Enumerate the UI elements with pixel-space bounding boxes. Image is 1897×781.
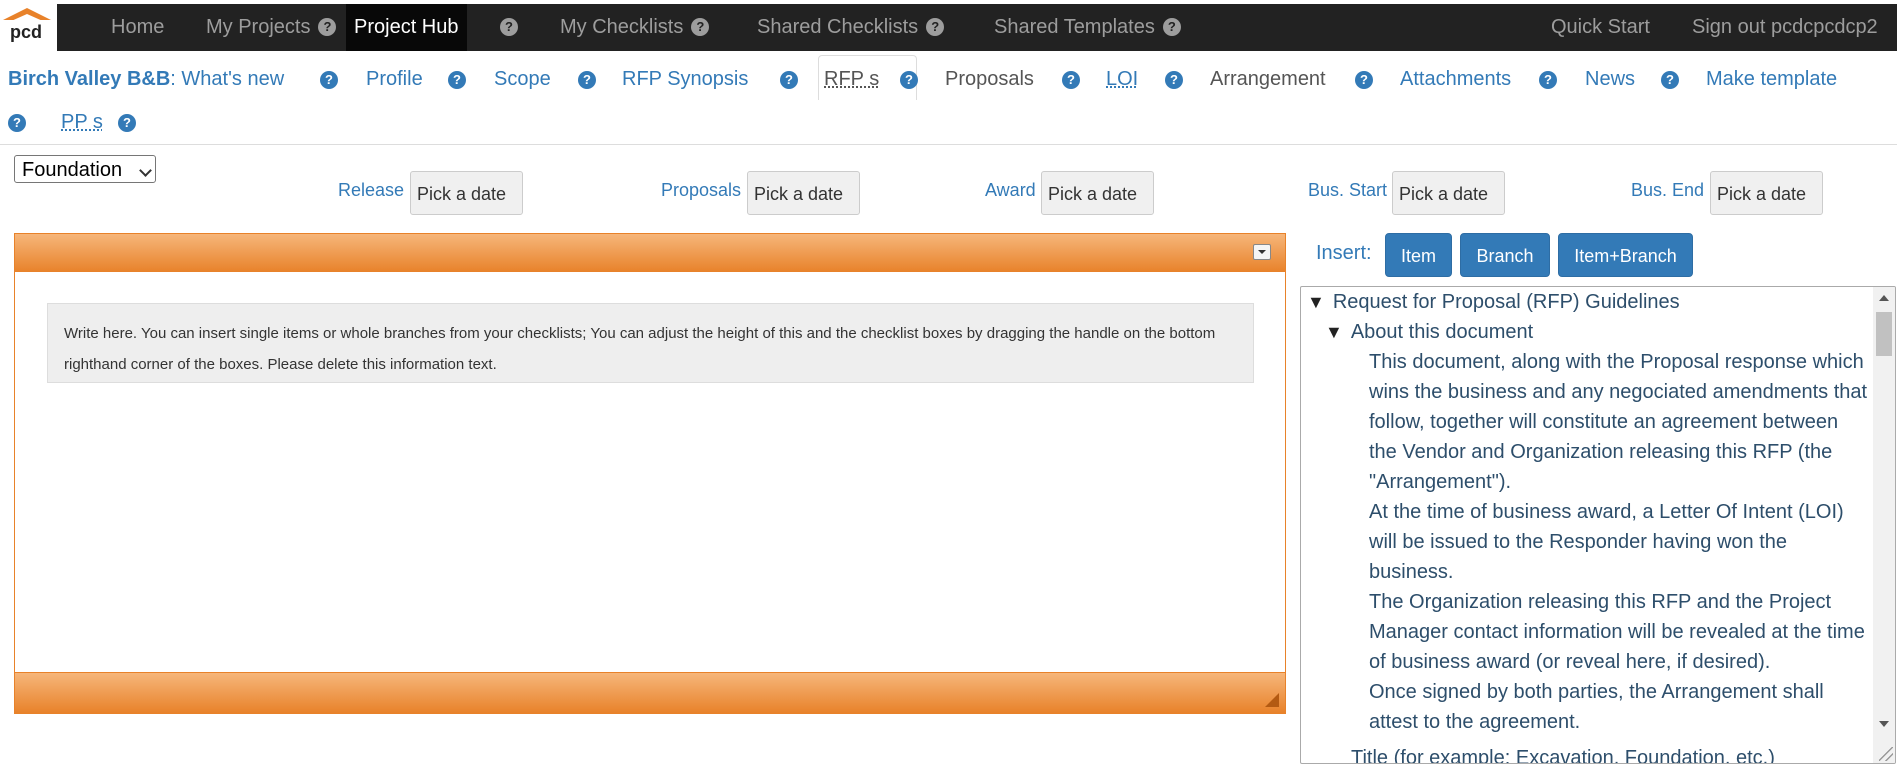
help-icon[interactable]: ?	[1162, 18, 1181, 36]
editor-statusbar	[15, 672, 1285, 713]
tree-paragraph: Once signed by both parties, the Arrange…	[1369, 681, 1824, 733]
nav-quick-start[interactable]: Quick Start	[1551, 4, 1650, 51]
collapse-triangle-icon[interactable]: ▼	[1325, 322, 1343, 343]
help-icon[interactable]: ?	[691, 18, 710, 36]
tab-arrangement[interactable]: Arrangement	[1210, 68, 1326, 91]
whats-new-link[interactable]: Birch Valley B&B: What's new	[8, 68, 284, 91]
bus-end-label: Bus. End	[1631, 180, 1705, 200]
resize-handle[interactable]	[1879, 747, 1893, 761]
help-icon[interactable]: ?	[8, 114, 26, 132]
help-icon[interactable]: ?	[1539, 71, 1557, 89]
tab-profile[interactable]: Profile	[366, 68, 423, 91]
bus-end-date-input[interactable]: Pick a date	[1710, 171, 1823, 215]
tab-news[interactable]: News	[1585, 68, 1635, 91]
help-icon[interactable]: ?	[780, 71, 798, 89]
phase-select[interactable]: Foundation	[14, 155, 156, 183]
insert-item-branch-button[interactable]: Item+Branch	[1558, 233, 1693, 277]
tab-rfp-synopsis[interactable]: RFP Synopsis	[622, 68, 748, 91]
tree-node-about[interactable]: ▼ About this document	[1325, 321, 1533, 344]
tab-scope[interactable]: Scope	[494, 68, 551, 91]
help-icon[interactable]: ?	[578, 71, 596, 89]
help-icon[interactable]: ?	[926, 18, 945, 36]
project-name: Birch Valley B&B	[8, 68, 171, 90]
proposals-date-label: Proposals	[661, 180, 742, 200]
help-icon[interactable]: ?	[448, 71, 466, 89]
nav-shared-checklists[interactable]: Shared Checklists?	[757, 4, 945, 51]
tree-paragraph: The Organization releasing this RFP and …	[1369, 591, 1865, 673]
bus-start-label: Bus. Start	[1308, 180, 1388, 200]
help-icon[interactable]: ?	[500, 18, 518, 36]
insert-item-button[interactable]: Item	[1385, 233, 1452, 277]
make-template-link[interactable]: Make template	[1706, 68, 1837, 91]
rich-text-editor[interactable]: Write here. You can insert single items …	[14, 233, 1286, 714]
tree-paragraph: This document, along with the Proposal r…	[1369, 351, 1868, 493]
insert-label: Insert:	[1316, 242, 1372, 264]
help-icon[interactable]: ?	[318, 18, 337, 36]
nav-my-projects[interactable]: My Projects?	[206, 4, 337, 51]
collapse-triangle-icon[interactable]: ▼	[1307, 292, 1325, 313]
proposals-date-input[interactable]: Pick a date	[747, 171, 860, 215]
award-label: Award	[985, 180, 1036, 200]
dropdown-icon[interactable]	[1253, 244, 1271, 260]
help-icon[interactable]: ?	[1661, 71, 1679, 89]
release-date-input[interactable]: Pick a date	[410, 171, 523, 215]
scroll-thumb[interactable]	[1876, 312, 1892, 356]
tab-pps[interactable]: PP s	[61, 111, 103, 134]
nav-sign-out[interactable]: Sign out pcdcpcdcp2	[1692, 4, 1878, 51]
editor-info-text[interactable]: Write here. You can insert single items …	[47, 303, 1254, 383]
tab-loi[interactable]: LOI	[1106, 68, 1138, 91]
chevron-down-icon	[139, 164, 152, 177]
nav-shared-templates[interactable]: Shared Templates?	[994, 4, 1181, 51]
help-icon[interactable]: ?	[1062, 71, 1080, 89]
help-icon[interactable]: ?	[320, 71, 338, 89]
release-label: Release	[338, 180, 405, 200]
award-date-input[interactable]: Pick a date	[1041, 171, 1154, 215]
insert-branch-button[interactable]: Branch	[1460, 233, 1550, 277]
tree-paragraph: At the time of business award, a Letter …	[1369, 501, 1844, 583]
tree-scrollbar[interactable]	[1873, 287, 1895, 763]
tab-proposals[interactable]: Proposals	[945, 68, 1034, 91]
nav-home[interactable]: Home	[111, 4, 164, 51]
editor-toolbar	[15, 234, 1285, 272]
resize-handle[interactable]	[1265, 693, 1279, 707]
nav-project-hub[interactable]: Project Hub	[346, 4, 467, 51]
pcd-logo[interactable]: pcd	[0, 4, 57, 51]
nav-project-hub-help[interactable]: ?	[500, 4, 518, 51]
tree-node-root[interactable]: ▼ Request for Proposal (RFP) Guidelines	[1307, 291, 1680, 314]
logo-text: pcd	[10, 22, 43, 42]
help-icon[interactable]: ?	[1355, 71, 1373, 89]
top-navbar: pcd Home My Projects? Project Hub ? My C…	[0, 4, 1897, 51]
bus-start-date-input[interactable]: Pick a date	[1392, 171, 1505, 215]
help-icon[interactable]: ?	[1165, 71, 1183, 89]
help-icon[interactable]: ?	[118, 114, 136, 132]
tab-rfps[interactable]: RFP s	[824, 68, 879, 91]
tree-node-title[interactable]: Title (for example: Excavation, Foundati…	[1351, 747, 1775, 763]
scroll-up-icon[interactable]	[1879, 295, 1889, 301]
scroll-down-icon[interactable]	[1879, 721, 1889, 727]
tab-attachments[interactable]: Attachments	[1400, 68, 1511, 91]
checklist-tree[interactable]: ▼ Request for Proposal (RFP) Guidelines ▼…	[1300, 286, 1896, 764]
help-icon[interactable]: ?	[900, 71, 918, 89]
nav-my-checklists[interactable]: My Checklists?	[560, 4, 710, 51]
tree-node-content[interactable]: This document, along with the Proposal r…	[1369, 347, 1869, 737]
subnav-divider	[0, 144, 1897, 145]
